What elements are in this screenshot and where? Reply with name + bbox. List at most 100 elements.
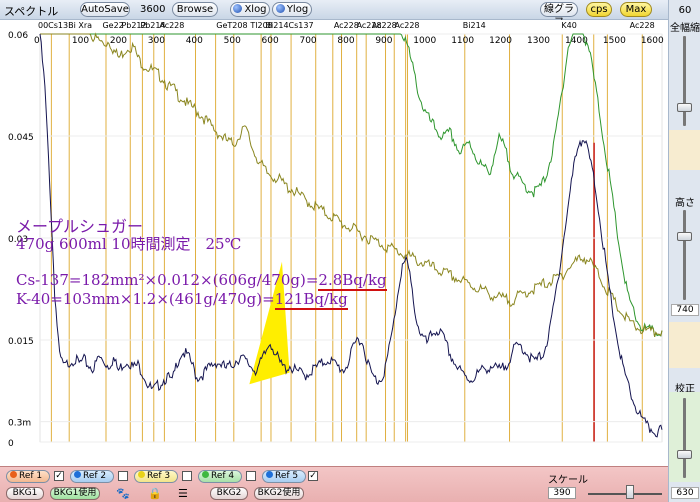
max-button[interactable]: Max [620,2,652,17]
list-icon[interactable]: ☰ [178,487,188,500]
ref1-checkbox[interactable]: ✓ [54,471,64,481]
height-value: 740 [671,304,699,316]
x-tick-label: 300 [148,36,165,46]
ref3-label: Ref 3 [147,471,171,481]
calibration-slider[interactable] [677,450,692,459]
peak-label: Bi214 [463,21,486,30]
width-scale-label: 全幅縮 [670,23,700,34]
cs137-result: 2.8Bq/kg [318,271,387,291]
ref5-label: Ref 5 [275,471,299,481]
bkg2-button[interactable]: BKG2 [210,487,248,500]
bkg1-use-button[interactable]: BKG1使用 [50,487,100,500]
x-tick-label: 100 [72,36,89,46]
ylog-toggle[interactable]: Ylog [272,2,312,17]
count-value: 3600 [140,4,166,15]
panel-divider-2 [669,322,700,368]
y-tick-label: 0.045 [8,133,34,143]
line-graph-button[interactable]: 線グラフ [540,2,578,28]
x-tick-label: 1200 [489,36,512,46]
height-slider[interactable] [677,232,692,241]
x-tick-label: 400 [186,36,203,46]
calibration-value: 630 [671,487,699,499]
top-toolbar: スペクトル AutoSave 3600 Browse Xlog Ylog 線グラ… [0,0,668,28]
lock-icon[interactable]: 🔒 [148,487,162,500]
ylog-radio-icon [275,4,285,13]
ref3-color-icon [138,471,145,478]
cs137-calc-text: Cs-137=182mm²×0.012×(606g/470g)=2.8Bq/kg [16,271,387,291]
ref1-toggle[interactable]: Ref 1 [6,470,50,483]
ref5-toggle[interactable]: Ref 5 [262,470,306,483]
scale-value: 390 [548,487,576,499]
width-scale-slider[interactable] [677,103,692,112]
x-tick-label: 900 [375,36,392,46]
peak-label: Ac228 [630,21,655,30]
ref4-color-icon [202,471,209,478]
ref4-label: Ref 4 [211,471,235,481]
ref2-toggle[interactable]: Ref 2 [70,470,114,483]
autosave-button[interactable]: AutoSave [80,2,130,17]
x-tick-label: 1100 [451,36,474,46]
height-track [683,210,686,300]
panel-divider-1 [669,130,700,170]
xlog-radio-icon [233,4,243,13]
scale-slider[interactable] [626,485,634,499]
paw-icon[interactable]: 🐾 [116,487,130,500]
y-tick-label: 0.3m [8,419,31,429]
ref2-checkbox[interactable] [118,471,128,481]
y-tick-label: 0.06 [8,31,28,41]
bkg1-button[interactable]: BKG1 [6,487,44,500]
spectrum-chart[interactable]: 0.06 0.045 0.03 0.015 0.3m 0 0 100 200 300 400 500 6… [0,20,668,466]
x-tick-label: 1600 [641,36,664,46]
k40-result: 121Bq/kg [274,290,348,310]
x-tick-label: 700 [299,36,316,46]
height-label: 高さ [675,198,695,209]
ref5-checkbox[interactable]: ✓ [308,471,318,481]
ref5-color-icon [266,471,273,478]
window-title: スペクトル [4,5,59,18]
peak-label: Ac228 [334,21,359,30]
x-tick-label: 1500 [603,36,626,46]
spectrum-app: スペクトル AutoSave 3600 Browse Xlog Ylog 線グラ… [0,0,700,502]
xlog-label: Xlog [244,4,267,15]
x-tick-label: 800 [337,36,354,46]
cs137-formula: Cs-137=182mm²×0.012×(606g/470g)= [16,271,319,289]
ref3-checkbox[interactable] [182,471,192,481]
ref1-label: Ref 1 [19,471,43,481]
ref4-checkbox[interactable] [246,471,256,481]
peak-label: Bi214Cs137 [266,21,314,30]
peak-label: Ac228 [159,21,184,30]
ref1-color-icon [10,471,17,478]
x-tick-label: 200 [110,36,127,46]
y-tick-label: 0.015 [8,337,34,347]
x-tick-label: 500 [224,36,241,46]
browse-button[interactable]: Browse [172,2,218,17]
x-tick-label: 600 [262,36,279,46]
width-scale-track [683,36,686,126]
y-tick-label: 0 [8,439,14,449]
peak-label: 00Cs13Bi Xra [38,21,92,30]
x-tick-label: 1000 [413,36,436,46]
right-control-panel: 60 全幅縮 高さ 740 校正 630 [668,0,700,502]
bkg2-use-button[interactable]: BKG2使用 [254,487,304,500]
bottom-toolbar: Ref 1 ✓ Ref 2 Ref 3 Ref 4 Ref 5 ✓ BKG1 B… [0,466,668,502]
x-tick-label: 0 [34,36,40,46]
k40-formula: K-40=103mm×1.2×(461g/470g)= [16,290,275,308]
k40-calc-text: K-40=103mm×1.2×(461g/470g)=121Bq/kg [16,290,348,310]
scale-track [588,493,662,495]
peak-label: GeT208 [216,21,247,30]
scale-label: スケール [548,475,588,486]
ref4-toggle[interactable]: Ref 4 [198,470,242,483]
peak-label: Ac228 [372,21,397,30]
peak-label: Ac228 [395,21,420,30]
xlog-toggle[interactable]: Xlog [230,2,270,17]
ylog-label: Ylog [286,4,309,15]
peak-label: K40 [561,21,576,30]
top-value: 60 [678,5,692,16]
ref3-toggle[interactable]: Ref 3 [134,470,178,483]
cps-button[interactable]: cps [586,2,612,17]
x-tick-label: 1300 [527,36,550,46]
ref2-color-icon [74,471,81,478]
calibration-track [683,398,686,478]
sample-conditions-text: 470g 600ml 10時間測定 25℃ [16,235,242,253]
ref2-label: Ref 2 [83,471,107,481]
